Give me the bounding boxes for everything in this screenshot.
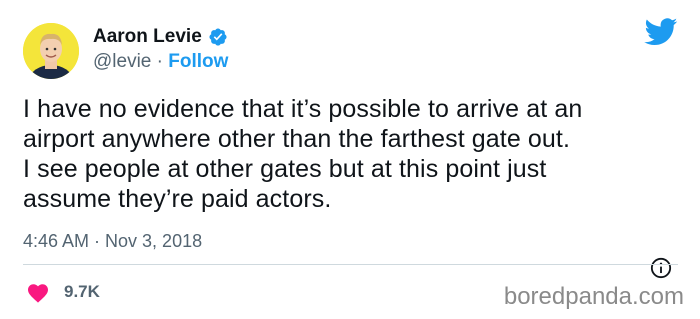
like-count: 9.7K (64, 282, 100, 301)
verified-badge-icon (209, 28, 227, 46)
follow-button[interactable]: Follow (168, 51, 228, 72)
separator-dot: · (156, 51, 163, 72)
tweet-text: I have no evidence that it’s possible to… (23, 95, 583, 213)
heart-icon[interactable] (26, 281, 50, 303)
watermark: boredpanda.com (503, 283, 684, 310)
twitter-bird-icon[interactable] (644, 18, 678, 46)
avatar[interactable] (23, 23, 79, 79)
author-handle-row: @levie · Follow (93, 51, 228, 73)
info-icon[interactable] (650, 257, 672, 279)
author-name-row: Aaron Levie (93, 26, 228, 48)
divider (23, 264, 678, 265)
tweet-timestamp[interactable]: 4:46 AM · Nov 3, 2018 (23, 230, 202, 252)
author-handle[interactable]: @levie (93, 51, 151, 72)
like-action[interactable]: 9.7K (26, 281, 100, 303)
author-name[interactable]: Aaron Levie (93, 26, 202, 48)
tweet-card: Aaron Levie @levie · Follow I have no ev… (0, 0, 700, 319)
